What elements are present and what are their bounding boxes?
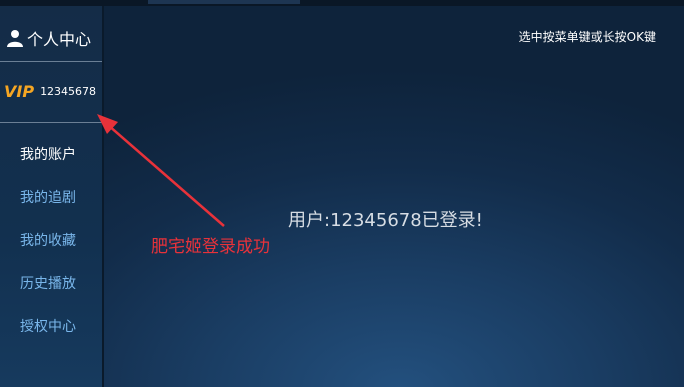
person-icon <box>7 30 23 47</box>
vip-row: VIP 12345678 <box>4 82 96 101</box>
profile-header-title: 个人中心 <box>27 30 92 49</box>
annotation-text: 肥宅姬登录成功 <box>151 237 270 257</box>
sidebar-item-my-follows[interactable]: 我的追剧 <box>20 189 76 232</box>
sidebar-item-authorization[interactable]: 授权中心 <box>20 318 76 361</box>
sidebar-menu: 我的账户 我的追剧 我的收藏 历史播放 授权中心 <box>20 146 76 361</box>
sidebar-item-my-account[interactable]: 我的账户 <box>20 146 76 189</box>
vip-badge: VIP <box>4 82 35 101</box>
vip-account-id: 12345678 <box>40 85 97 98</box>
profile-header: 个人中心 <box>6 26 91 50</box>
login-status-message: 用户:12345678已登录! <box>288 210 483 231</box>
divider <box>0 122 102 123</box>
top-tab-indicator <box>148 0 300 4</box>
sidebar-item-history[interactable]: 历史播放 <box>20 275 76 318</box>
sidebar: 个人中心 VIP 12345678 我的账户 我的追剧 我的收藏 历史播放 授权… <box>0 6 104 387</box>
screen: 个人中心 VIP 12345678 我的账户 我的追剧 我的收藏 历史播放 授权… <box>0 0 684 387</box>
menu-key-hint: 选中按菜单键或长按OK键 <box>518 30 656 44</box>
sidebar-item-my-favorites[interactable]: 我的收藏 <box>20 232 76 275</box>
divider <box>0 61 102 62</box>
